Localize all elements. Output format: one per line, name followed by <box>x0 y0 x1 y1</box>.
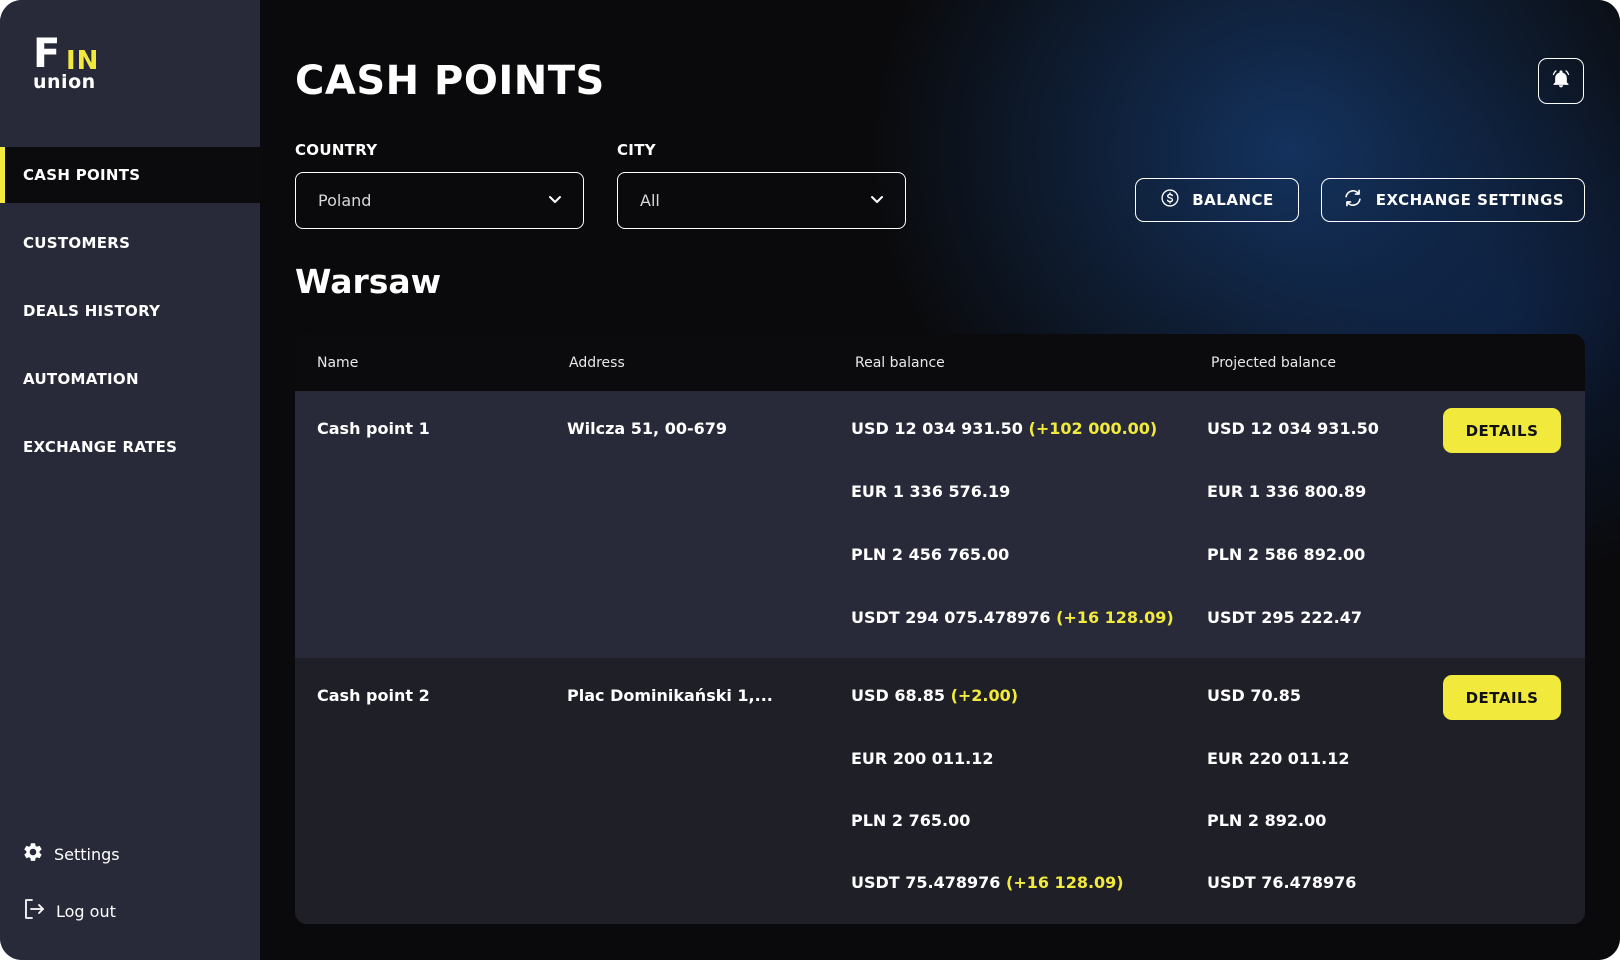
balance-value: USD 12 034 931.50 <box>851 419 1023 438</box>
logout-icon <box>22 897 46 925</box>
exchange-settings-button[interactable]: EXCHANGE SETTINGS <box>1321 178 1585 222</box>
sidebar-item-customers[interactable]: CUSTOMERS <box>0 215 260 271</box>
table-row: Cash point 2 Plac Dominikański 1,... USD… <box>295 658 1585 924</box>
chevron-down-icon <box>869 191 885 211</box>
sidebar-item-cash-points[interactable]: CASH POINTS <box>0 147 260 203</box>
logout-link[interactable]: Log out <box>22 896 116 926</box>
balance-value: USDT 294 075.478976 <box>851 608 1051 627</box>
real-balance-line: USDT 75.478976 (+16 128.09) <box>851 873 1124 897</box>
real-balance-line: USDT 294 075.478976 (+16 128.09) <box>851 608 1174 632</box>
exchange-settings-label: EXCHANGE SETTINGS <box>1375 191 1565 209</box>
details-button[interactable]: DETAILS <box>1443 408 1561 453</box>
cash-point-name: Cash point 1 <box>317 419 430 438</box>
city-select-value: All <box>640 191 660 210</box>
balance-delta: (+16 128.09) <box>1006 873 1124 892</box>
refresh-icon <box>1342 187 1364 213</box>
cash-points-table: Name Address Real balance Projected bala… <box>295 334 1585 924</box>
gear-icon <box>22 841 44 867</box>
sidebar-item-automation[interactable]: AUTOMATION <box>0 351 260 407</box>
projected-balance-line: USDT 76.478976 <box>1207 873 1357 892</box>
settings-link[interactable]: Settings <box>22 839 120 869</box>
country-select[interactable]: Poland <box>295 172 584 229</box>
projected-balance-line: USDT 295 222.47 <box>1207 608 1362 627</box>
logo-union: union <box>33 71 96 93</box>
chevron-down-icon <box>547 191 563 211</box>
balance-delta: (+102 000.00) <box>1028 419 1158 438</box>
dollar-circle-icon <box>1160 188 1180 212</box>
column-header-projected-balance: Projected balance <box>1211 354 1336 371</box>
balance-value: USDT 75.478976 <box>851 873 1001 892</box>
cash-point-address: Wilcza 51, 00-679 <box>567 419 727 438</box>
details-button[interactable]: DETAILS <box>1443 675 1561 720</box>
projected-balance-line: PLN 2 892.00 <box>1207 811 1327 830</box>
country-label: COUNTRY <box>295 141 378 159</box>
country-select-value: Poland <box>318 191 372 210</box>
balance-button[interactable]: BALANCE <box>1135 178 1299 222</box>
column-header-name: Name <box>317 354 359 371</box>
cash-point-address: Plac Dominikański 1,... <box>567 686 773 705</box>
balance-value: PLN 2 456 765.00 <box>851 545 1010 564</box>
projected-balance-line: EUR 220 011.12 <box>1207 749 1350 768</box>
sidebar-item-deals-history[interactable]: DEALS HISTORY <box>0 283 260 339</box>
app-window: F IN union CASH POINTS CUSTOMERS DEALS H… <box>0 0 1620 960</box>
sidebar-item-label: AUTOMATION <box>23 370 139 388</box>
cash-point-name: Cash point 2 <box>317 686 430 705</box>
settings-label: Settings <box>54 844 120 864</box>
city-select[interactable]: All <box>617 172 906 229</box>
balance-value: EUR 200 011.12 <box>851 749 994 768</box>
sidebar-item-label: CUSTOMERS <box>23 234 131 252</box>
balance-label: BALANCE <box>1192 191 1274 209</box>
real-balance-line: USD 68.85 (+2.00) <box>851 686 1018 710</box>
city-label: CITY <box>617 141 656 159</box>
sidebar: F IN union CASH POINTS CUSTOMERS DEALS H… <box>0 0 260 960</box>
main-content: CASH POINTS COUNTRY Poland CITY All BALA… <box>260 0 1620 960</box>
real-balance-line: PLN 2 765.00 <box>851 811 970 835</box>
balance-delta: (+16 128.09) <box>1056 608 1174 627</box>
column-header-address: Address <box>569 354 625 371</box>
balance-value: USD 68.85 <box>851 686 945 705</box>
table-row: Cash point 1 Wilcza 51, 00-679 USD 12 03… <box>295 391 1585 658</box>
city-heading: Warsaw <box>295 262 442 301</box>
real-balance-line: EUR 1 336 576.19 <box>851 482 1010 506</box>
real-balance-line: USD 12 034 931.50 (+102 000.00) <box>851 419 1157 443</box>
sidebar-item-label: EXCHANGE RATES <box>23 438 178 456</box>
sidebar-item-label: DEALS HISTORY <box>23 302 161 320</box>
balance-value: EUR 1 336 576.19 <box>851 482 1011 501</box>
projected-balance-line: USD 70.85 <box>1207 686 1301 705</box>
real-balance-line: EUR 200 011.12 <box>851 749 994 773</box>
page-title: CASH POINTS <box>295 58 605 104</box>
sidebar-item-exchange-rates[interactable]: EXCHANGE RATES <box>0 419 260 475</box>
notifications-button[interactable] <box>1538 58 1584 104</box>
sidebar-item-label: CASH POINTS <box>23 166 141 184</box>
table-header: Name Address Real balance Projected bala… <box>295 334 1585 391</box>
balance-delta: (+2.00) <box>950 686 1019 705</box>
real-balance-line: PLN 2 456 765.00 <box>851 545 1009 569</box>
logout-label: Log out <box>56 901 116 921</box>
bell-icon <box>1551 69 1571 93</box>
column-header-real-balance: Real balance <box>855 354 945 371</box>
logo: F IN union <box>33 34 113 94</box>
projected-balance-line: USD 12 034 931.50 <box>1207 419 1379 438</box>
projected-balance-line: EUR 1 336 800.89 <box>1207 482 1367 501</box>
balance-value: PLN 2 765.00 <box>851 811 971 830</box>
projected-balance-line: PLN 2 586 892.00 <box>1207 545 1366 564</box>
logo-f: F <box>33 31 60 77</box>
